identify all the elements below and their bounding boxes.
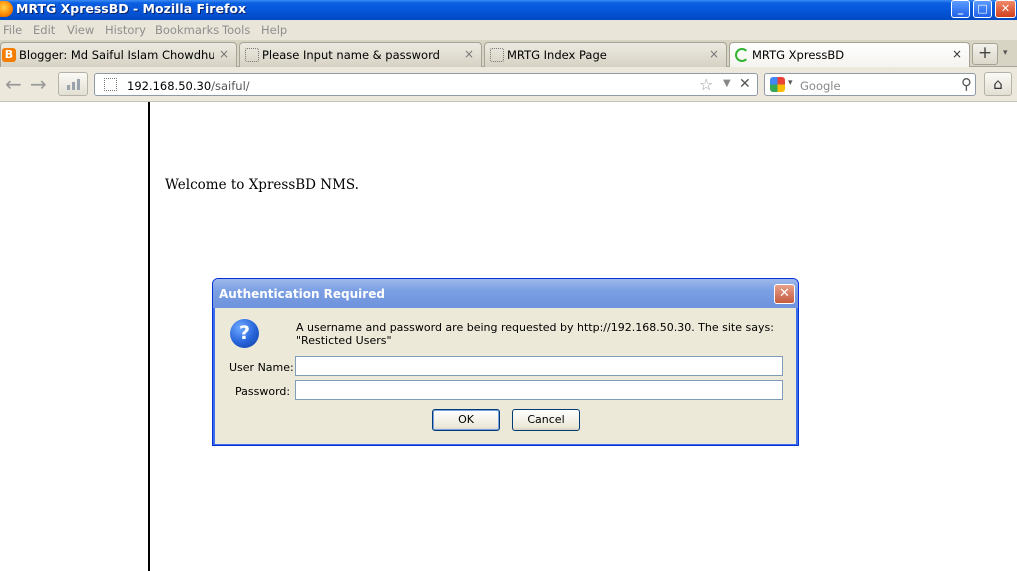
tab-mrtg-index[interactable]: MRTG Index Page × <box>484 42 727 67</box>
search-bar[interactable]: ▾ Google ⚲ <box>764 73 976 96</box>
dialog-titlebar: Authentication Required ✕ <box>213 279 798 308</box>
dialog-close-button[interactable]: ✕ <box>774 284 795 304</box>
page-icon <box>490 48 504 62</box>
question-icon: ? <box>230 319 259 348</box>
tab-please-input[interactable]: Please Input name & password × <box>239 42 482 67</box>
minimize-button[interactable]: _ <box>951 0 970 18</box>
new-tab-button[interactable]: + <box>972 43 998 65</box>
dialog-title: Authentication Required <box>219 287 385 301</box>
password-label: Password: <box>235 385 291 398</box>
search-icon[interactable]: ⚲ <box>961 75 972 93</box>
cancel-button[interactable]: Cancel <box>512 409 580 431</box>
tab-close-icon[interactable]: × <box>952 47 962 61</box>
close-window-button[interactable]: ✕ <box>995 0 1016 18</box>
tab-close-icon[interactable]: × <box>709 47 719 61</box>
url-history-dropdown-icon[interactable]: ▼ <box>723 78 731 89</box>
tab-strip: B Blogger: Md Saiful Islam Chowdhury - P… <box>0 40 1017 68</box>
menu-help[interactable]: Help <box>261 23 287 37</box>
menu-bar: File Edit View History Bookmarks Tools H… <box>0 20 1017 40</box>
username-label: User Name: <box>229 361 294 374</box>
firefox-icon <box>0 1 13 17</box>
window-titlebar: MRTG XpressBD - Mozilla Firefox _ □ ✕ <box>0 0 1017 20</box>
tab-mrtg-xpressbd[interactable]: MRTG XpressBD × <box>729 42 970 68</box>
site-identity-icon[interactable] <box>104 78 117 91</box>
tab-close-icon[interactable]: × <box>464 47 474 61</box>
search-engine-dropdown-icon[interactable]: ▾ <box>788 78 793 88</box>
blogger-icon: B <box>2 48 16 62</box>
signal-icon <box>72 82 75 90</box>
signal-icon <box>77 79 80 90</box>
bookmark-star-icon[interactable]: ☆ <box>699 75 713 94</box>
menu-tools[interactable]: Tools <box>222 23 250 37</box>
auth-dialog: Authentication Required ✕ ? A username a… <box>212 278 799 446</box>
url-text[interactable]: 192.168.50.30/saiful/ <box>127 79 250 93</box>
frame-divider[interactable] <box>148 102 150 571</box>
stop-icon[interactable]: ✕ <box>739 76 751 92</box>
tab-label: Blogger: Md Saiful Islam Chowdhury - P..… <box>19 48 214 62</box>
menu-bookmarks[interactable]: Bookmarks <box>155 23 219 37</box>
tab-blogger[interactable]: B Blogger: Md Saiful Islam Chowdhury - P… <box>0 42 237 67</box>
menu-history[interactable]: History <box>105 23 146 37</box>
dialog-body: ? A username and password are being requ… <box>215 308 796 444</box>
menu-edit[interactable]: Edit <box>33 23 55 37</box>
menu-file[interactable]: File <box>3 23 22 37</box>
url-host: 192.168.50.30 <box>127 79 212 93</box>
maximize-button[interactable]: □ <box>973 0 992 18</box>
google-icon[interactable] <box>770 77 785 92</box>
ok-button[interactable]: OK <box>432 409 500 431</box>
home-button[interactable]: ⌂ <box>984 72 1012 96</box>
tab-close-icon[interactable]: × <box>219 47 229 61</box>
window-title: MRTG XpressBD - Mozilla Firefox <box>16 1 247 16</box>
username-field[interactable] <box>295 356 783 376</box>
feed-button[interactable] <box>58 72 88 96</box>
tab-list-arrow-icon[interactable]: ▾ <box>1003 48 1008 58</box>
loading-icon <box>735 48 749 62</box>
tab-label: MRTG Index Page <box>507 48 607 62</box>
url-bar[interactable]: 192.168.50.30/saiful/ ☆ ▼ ✕ <box>94 73 758 96</box>
password-field[interactable] <box>295 380 783 400</box>
welcome-text: Welcome to XpressBD NMS. <box>165 177 359 193</box>
back-button[interactable]: ← <box>5 74 22 94</box>
tab-label: Please Input name & password <box>262 48 440 62</box>
auth-message: A username and password are being reques… <box>296 321 774 347</box>
page-icon <box>245 48 259 62</box>
url-path: /saiful/ <box>211 79 250 93</box>
signal-icon <box>67 85 70 90</box>
forward-button[interactable]: → <box>30 74 47 94</box>
tab-label: MRTG XpressBD <box>752 48 845 62</box>
menu-view[interactable]: View <box>67 23 94 37</box>
search-input[interactable]: Google <box>800 79 841 93</box>
